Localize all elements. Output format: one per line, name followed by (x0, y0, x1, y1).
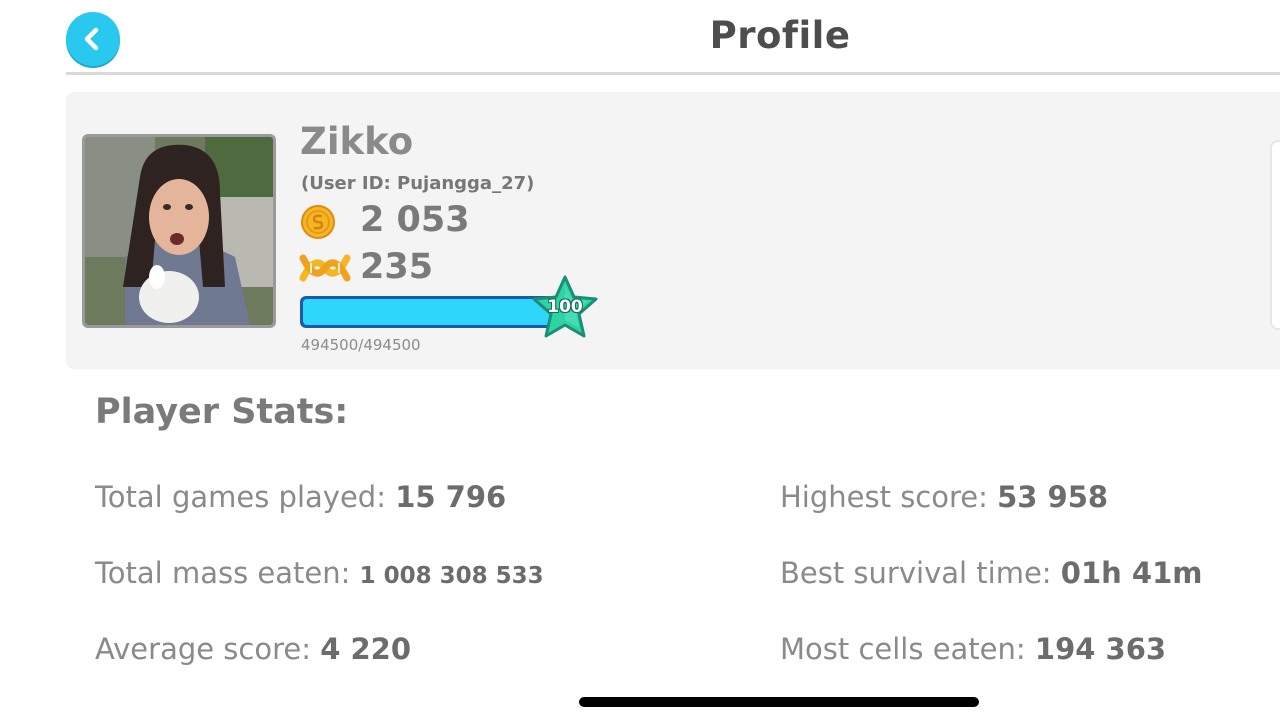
stat-label: Average score: (95, 632, 311, 666)
level-badge: 100 (547, 297, 583, 317)
header-divider (66, 72, 1280, 75)
stat-value: 15 796 (395, 480, 507, 514)
stat-value: 1 008 308 533 (359, 563, 544, 589)
stat-best-survival: Best survival time: 01h 41m (780, 556, 1202, 590)
username: Zikko (300, 120, 414, 163)
coin-balance: 2 053 (360, 200, 470, 240)
stat-value: 4 220 (320, 632, 412, 666)
xp-progress-bar (300, 296, 560, 328)
dna-balance: 235 (360, 247, 434, 287)
stat-average-score: Average score: 4 220 (95, 632, 411, 666)
home-indicator[interactable] (579, 697, 979, 707)
stat-most-cells: Most cells eaten: 194 363 (780, 632, 1166, 666)
stat-highest-score: Highest score: 53 958 (780, 480, 1108, 514)
stat-label: Best survival time: (780, 556, 1052, 590)
stat-value: 53 958 (997, 480, 1109, 514)
stat-label: Most cells eaten: (780, 632, 1026, 666)
stat-total-mass: Total mass eaten: 1 008 308 533 (95, 556, 544, 590)
coin-icon (301, 205, 335, 239)
stat-total-games: Total games played: 15 796 (95, 480, 506, 514)
xp-text: 494500/494500 (301, 336, 421, 354)
side-panel-edge (1270, 140, 1280, 330)
stat-label: Highest score: (780, 480, 988, 514)
xp-progress-fill (303, 299, 557, 325)
stats-title: Player Stats: (95, 392, 349, 432)
dna-icon (299, 254, 351, 282)
user-id: (User ID: Pujangga_27) (301, 173, 535, 194)
stat-value: 01h 41m (1060, 556, 1203, 590)
stat-label: Total games played: (95, 480, 386, 514)
stat-label: Total mass eaten: (95, 556, 351, 590)
page-title: Profile (709, 14, 851, 57)
stat-value: 194 363 (1034, 632, 1167, 666)
avatar[interactable] (82, 134, 276, 328)
